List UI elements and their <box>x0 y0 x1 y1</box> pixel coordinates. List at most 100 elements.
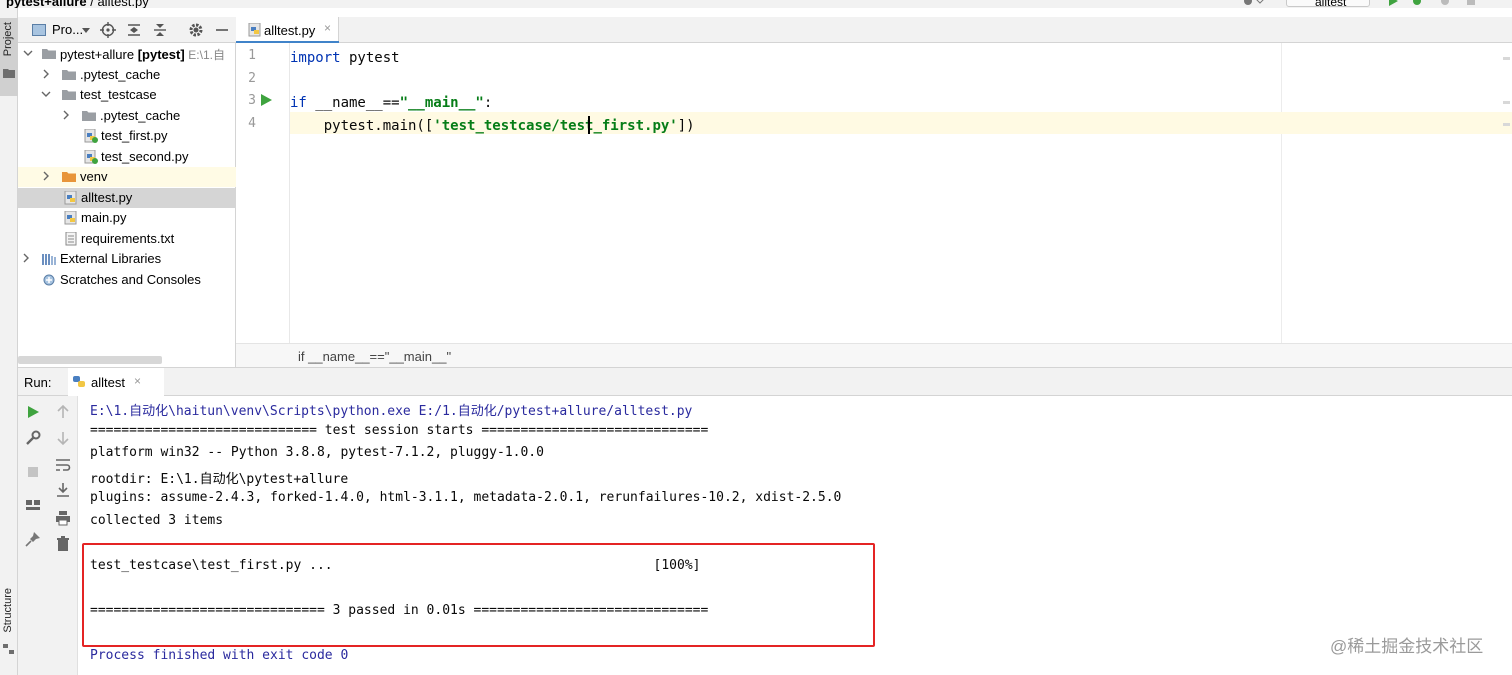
python-file-icon <box>64 211 77 225</box>
tree-item-alltest[interactable]: alltest.py <box>18 188 236 208</box>
tree-item-label: test_testcase <box>80 87 157 102</box>
project-name-crumb[interactable]: pytest+allure <box>6 0 87 8</box>
code-line-1: import pytest <box>290 44 1512 66</box>
scratches-icon <box>43 274 55 286</box>
editor-breadcrumb-bar: if __name__=="__main__" <box>236 343 1512 367</box>
folder-icon <box>62 90 76 100</box>
tree-item-venv[interactable]: venv <box>18 167 236 187</box>
tree-item-requirements[interactable]: requirements.txt <box>18 229 236 249</box>
project-view-selector[interactable]: Pro... <box>52 22 83 37</box>
folder-icon <box>42 49 56 59</box>
scroll-marker <box>1503 101 1510 104</box>
chevron-right-icon[interactable] <box>20 252 32 264</box>
chevron-right-icon[interactable] <box>40 68 52 80</box>
chevron-down-icon[interactable] <box>22 47 34 59</box>
right-margin-guide <box>1281 43 1282 343</box>
run-gutter-icon[interactable] <box>261 94 272 106</box>
user-icon[interactable] <box>1240 0 1264 6</box>
python-file-icon <box>248 23 261 37</box>
collapse-all-icon[interactable] <box>152 22 168 38</box>
chevron-down-icon[interactable] <box>82 28 90 33</box>
tree-item-label: test_first.py <box>101 128 168 143</box>
structure-icon <box>3 644 14 654</box>
python-icon <box>73 376 85 387</box>
keyword-if: if <box>290 95 307 111</box>
close-icon[interactable]: × <box>134 374 141 388</box>
coverage-icon[interactable] <box>1440 0 1450 6</box>
python-test-file-icon <box>84 129 98 143</box>
editor-tab-label: alltest.py <box>264 23 316 38</box>
line-number: 3 <box>248 93 256 108</box>
expand-all-icon[interactable] <box>126 22 142 38</box>
wrench-icon[interactable] <box>25 430 41 446</box>
tree-item-label: main.py <box>81 210 127 225</box>
tree-item-test-first[interactable]: test_first.py <box>18 126 236 146</box>
arrow-down-icon[interactable] <box>55 430 71 446</box>
gear-icon[interactable] <box>188 22 204 38</box>
trash-icon[interactable] <box>55 536 71 552</box>
stop-icon[interactable] <box>1466 0 1476 6</box>
folder-icon <box>3 69 15 78</box>
code-text: pytest <box>340 50 400 66</box>
locate-file-icon[interactable] <box>100 22 116 38</box>
console-line: rootdir: E:\1.自动化\pytest+allure <box>90 472 349 487</box>
pin-icon[interactable] <box>25 531 41 547</box>
title-bar: pytest+allure / alltest.py alltest <box>0 0 1512 8</box>
stop-icon[interactable] <box>25 464 41 480</box>
arrow-up-icon[interactable] <box>55 404 71 420</box>
console-line: platform win32 -- Python 3.8.8, pytest-7… <box>90 445 544 460</box>
console-line: plugins: assume-2.4.3, forked-1.4.0, htm… <box>90 490 842 505</box>
project-tool-label[interactable]: Project <box>2 22 14 56</box>
scroll-to-end-icon[interactable] <box>55 482 71 498</box>
tree-item-main[interactable]: main.py <box>18 208 236 228</box>
tree-item-label: requirements.txt <box>81 231 175 246</box>
tree-item-test-testcase[interactable]: test_testcase <box>18 85 236 105</box>
tree-item-pytest-cache[interactable]: .pytest_cache <box>18 65 236 85</box>
editor-tab-alltest[interactable]: alltest.py × <box>236 17 339 44</box>
run-console-output[interactable]: E:\1.自动化\haitun\venv\Scripts\python.exe … <box>78 396 1512 675</box>
code-line-4: pytest.main(['test_testcase/test_first.p… <box>290 112 1512 134</box>
tree-item-label: venv <box>80 169 108 184</box>
rerun-icon[interactable] <box>25 404 41 420</box>
code-text: : <box>483 95 493 111</box>
horizontal-scrollbar[interactable] <box>18 356 162 364</box>
tree-item-label: .pytest_cache <box>100 108 181 123</box>
crumb-separator: / <box>90 0 94 8</box>
tree-item-testcase-pytest-cache[interactable]: .pytest_cache <box>18 106 236 126</box>
editor-gutter: 1 2 3 4 <box>236 43 290 343</box>
run-configuration-dropdown[interactable]: alltest <box>1286 0 1370 8</box>
chevron-down-icon[interactable] <box>40 88 52 100</box>
tree-item-label: pytest+allure <box>60 47 135 62</box>
close-icon[interactable]: × <box>324 21 331 35</box>
code-editor[interactable]: import pytest if __name__=="__main__": p… <box>290 43 1512 343</box>
run-config-label: alltest <box>1315 0 1347 8</box>
orange-folder-icon <box>62 172 76 182</box>
run-panel-header: Run: alltest × <box>18 367 1512 396</box>
run-icon[interactable] <box>1388 0 1398 6</box>
file-name-crumb[interactable]: alltest.py <box>97 0 148 8</box>
scroll-marker <box>1503 57 1510 60</box>
code-text: ]) <box>677 118 695 134</box>
run-tab-alltest[interactable]: alltest × <box>68 368 164 396</box>
tree-item-label: External Libraries <box>60 251 162 266</box>
layout-icon[interactable] <box>25 497 41 513</box>
structure-tool-label[interactable]: Structure <box>2 588 14 633</box>
tree-item-label: alltest.py <box>81 190 133 205</box>
tree-item-external-libraries[interactable]: External Libraries <box>18 249 236 269</box>
tree-item-test-second[interactable]: test_second.py <box>18 147 236 167</box>
console-line: collected 3 items <box>90 513 224 528</box>
text-file-icon <box>65 232 77 246</box>
console-line: ============================= test sessi… <box>90 423 709 438</box>
tree-item-scratches[interactable]: Scratches and Consoles <box>18 270 236 290</box>
highlight-annotation-box <box>82 543 875 647</box>
chevron-right-icon[interactable] <box>40 170 52 182</box>
tree-item-project-root[interactable]: pytest+allure [pytest] E:\1.自 <box>18 44 236 64</box>
tree-item-label: Scratches and Consoles <box>60 272 201 287</box>
hide-panel-icon[interactable] <box>214 22 230 38</box>
code-breadcrumb[interactable]: if __name__=="__main__" <box>298 349 451 364</box>
debug-icon[interactable] <box>1412 0 1422 6</box>
print-icon[interactable] <box>55 510 71 526</box>
soft-wrap-icon[interactable] <box>55 457 71 473</box>
code-line-3: if __name__=="__main__": <box>290 89 1512 111</box>
chevron-right-icon[interactable] <box>60 109 72 121</box>
